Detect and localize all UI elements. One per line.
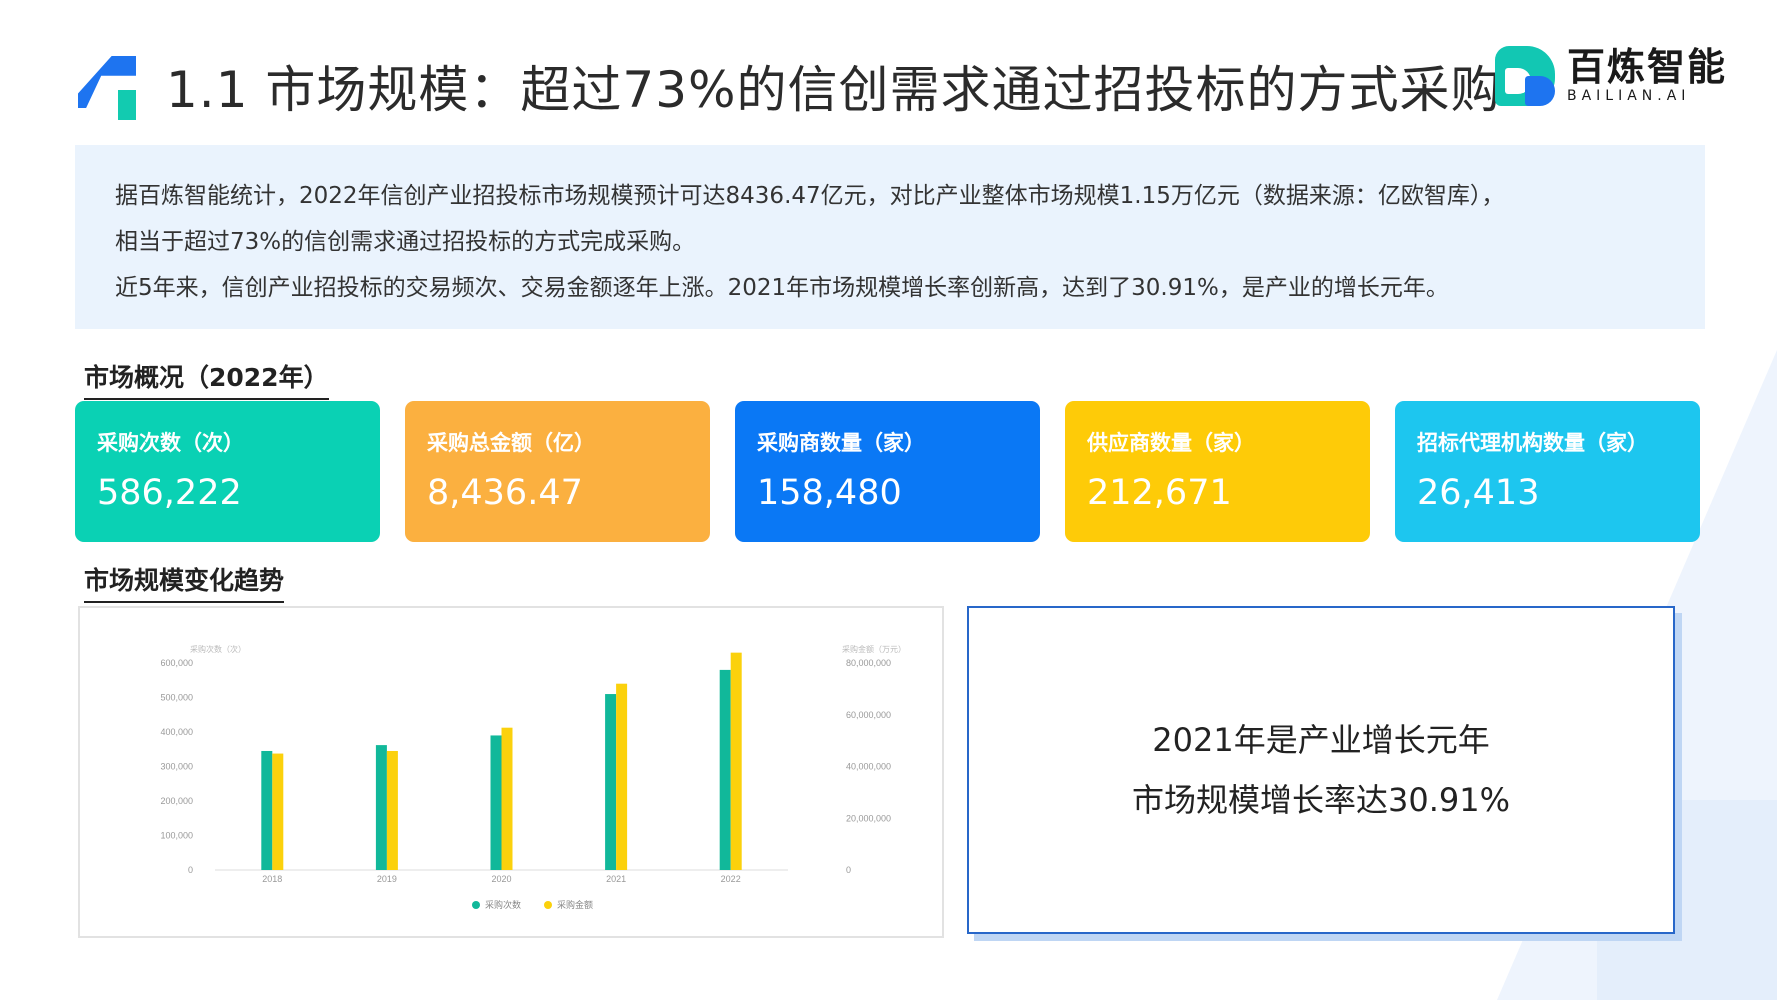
page-title: 1.1 市场规模：超过73%的信创需求通过招投标的方式采购 (166, 61, 1502, 119)
y-left-tick-label: 0 (188, 865, 193, 875)
trend-section-title: 市场规模变化趋势 (84, 561, 285, 603)
overview-cards: 采购次数（次） 586,222 采购总金额（亿） 8,436.47 采购商数量（… (75, 401, 1700, 542)
stat-card-purchase-amount: 采购总金额（亿） 8,436.47 (405, 401, 710, 542)
x-tick-label: 2019 (377, 874, 397, 884)
brand-logo-icon (1494, 46, 1555, 106)
bar-purchase-amount (501, 727, 513, 870)
overview-section-title: 市场概况（2022年） (84, 358, 329, 400)
y-left-tick-label: 500,000 (160, 693, 193, 703)
section-logo-icon (78, 50, 136, 122)
summary-box: 据百炼智能统计，2022年信创产业招投标市场规模预计可达8436.47亿元，对比… (75, 145, 1705, 329)
x-tick-label: 2020 (491, 874, 511, 884)
y-right-tick-label: 40,000,000 (846, 762, 891, 772)
trend-chart-svg: 采购次数（次） 采购金额（万元） 600,000 500,000 400,000 300,… (160, 644, 906, 910)
summary-line-2: 相当于超过73%的信创需求通过招投标的方式完成采购。 (115, 229, 696, 255)
bar-purchase-count (605, 694, 617, 870)
callout-line-1: 2021年是产业增长元年 (1152, 721, 1490, 759)
bar-purchase-count (375, 745, 387, 870)
page-header: 1.1 市场规模：超过73%的信创需求通过招投标的方式采购 (78, 48, 1502, 124)
stat-card-agency-count: 招标代理机构数量（家） 26,413 (1395, 401, 1700, 542)
y-right-tick-label: 80,000,000 (846, 658, 891, 668)
y-right-tick-label: 20,000,000 (846, 813, 891, 823)
x-tick-label: 2018 (262, 874, 282, 884)
bar-purchase-count (490, 735, 502, 870)
stat-card-buyer-count: 采购商数量（家） 158,480 (735, 401, 1040, 542)
stat-card-value: 586,222 (97, 473, 242, 513)
bar-purchase-amount (386, 750, 398, 870)
legend-marker (544, 901, 552, 909)
y-left-tick-label: 600,000 (160, 658, 193, 668)
y-left-tick-label: 200,000 (160, 796, 193, 806)
callout-line-2: 市场规模增长率达30.91% (1131, 781, 1511, 819)
stat-card-label: 采购总金额（亿） (427, 431, 595, 455)
brand-name-en: BAILIAN.AI (1566, 88, 1691, 104)
stat-card-label: 采购商数量（家） (757, 431, 925, 455)
x-tick-label: 2021 (606, 874, 626, 884)
x-tick-label: 2022 (721, 874, 741, 884)
y-left-tick-label: 300,000 (160, 762, 193, 772)
stat-card-value: 212,671 (1087, 473, 1232, 513)
brand-name-cn: 百炼智能 (1566, 45, 1727, 89)
stat-card-value: 158,480 (757, 473, 902, 513)
summary-line-3: 近5年来，信创产业招投标的交易频次、交易金额逐年上涨。2021年市场规模增长率创… (115, 275, 1449, 301)
y-right-tick-label: 60,000,000 (846, 710, 891, 720)
stat-card-purchase-count: 采购次数（次） 586,222 (75, 401, 380, 542)
bar-purchase-amount (730, 652, 742, 870)
stat-card-value: 26,413 (1417, 473, 1540, 513)
y-right-tick-label: 0 (846, 865, 851, 875)
legend-marker (472, 901, 480, 909)
trend-chart: 采购次数（次） 采购金额（万元） 600,000 500,000 400,000 300,… (78, 606, 944, 938)
stat-card-label: 采购次数（次） (97, 431, 244, 455)
bar-purchase-amount (616, 683, 628, 870)
stat-card-supplier-count: 供应商数量（家） 212,671 (1065, 401, 1370, 542)
summary-line-1: 据百炼智能统计，2022年信创产业招投标市场规模预计可达8436.47亿元，对比… (115, 183, 1505, 209)
y-left-axis-label: 采购次数（次） (190, 644, 246, 654)
brand-logo: 百炼智能 BAILIAN.AI (1494, 45, 1727, 106)
highlight-callout: 2021年是产业增长元年 市场规模增长率达30.91% (967, 606, 1675, 934)
y-left-tick-label: 100,000 (160, 831, 193, 841)
y-left-tick-label: 400,000 (160, 727, 193, 737)
stat-card-label: 供应商数量（家） (1087, 431, 1255, 455)
bar-purchase-amount (272, 753, 284, 870)
stat-card-label: 招标代理机构数量（家） (1417, 431, 1648, 455)
bar-purchase-count (719, 669, 731, 870)
bar-purchase-count (261, 750, 273, 870)
y-right-axis-label: 采购金额（万元） (842, 644, 906, 654)
stat-card-value: 8,436.47 (427, 473, 583, 513)
legend-label: 采购金额 (557, 899, 593, 910)
legend-label: 采购次数 (485, 899, 521, 910)
